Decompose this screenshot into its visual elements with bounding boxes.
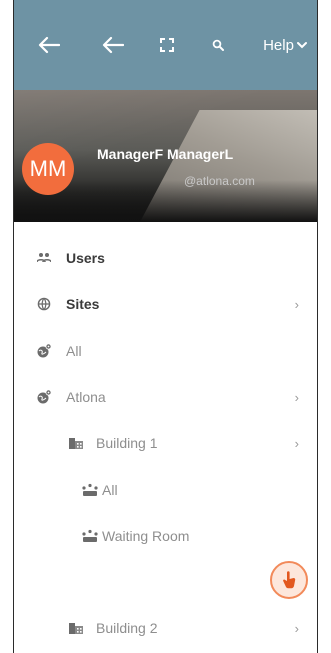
room-icon — [80, 480, 100, 500]
touch-action-button[interactable] — [270, 561, 308, 599]
menu-label-users: Users — [66, 250, 105, 266]
arrow-left-icon — [102, 36, 124, 54]
menu-item-building-2[interactable]: Building 2 › — [14, 606, 317, 650]
chevron-right-icon: › — [294, 296, 299, 312]
menu-item-users[interactable]: Users — [14, 236, 317, 280]
search-button[interactable] — [206, 30, 230, 60]
chevron-right-icon: › — [294, 620, 299, 636]
fullscreen-icon — [160, 38, 174, 52]
top-bar: Help — [14, 0, 317, 90]
avatar-initials: MM — [29, 156, 67, 181]
globe-icon — [34, 294, 54, 314]
arrow-left-icon — [38, 36, 60, 54]
building-icon — [66, 618, 86, 638]
menu-item-all-sites[interactable]: All — [14, 329, 317, 373]
chevron-down-icon — [296, 42, 307, 49]
menu-item-sites[interactable]: Sites › — [14, 282, 317, 326]
user-name: ManagerF ManagerL — [97, 146, 234, 162]
help-label: Help — [263, 36, 294, 54]
user-email: @atlona.com — [184, 174, 255, 188]
app-frame: Help MM ManagerF ManagerL @atlona.com Us… — [13, 0, 318, 653]
menu-label-all-sites: All — [66, 343, 82, 359]
users-icon — [34, 248, 54, 268]
menu-label-waiting-room: Waiting Room — [102, 528, 190, 544]
menu-item-waiting-room[interactable]: Waiting Room — [14, 514, 317, 558]
menu-item-atlona[interactable]: Atlona › — [14, 375, 317, 419]
globe-pin-icon — [34, 341, 54, 361]
menu-label-building-1-all: All — [102, 482, 118, 498]
menu-label-atlona: Atlona — [66, 389, 106, 405]
nav-back-button[interactable] — [98, 30, 128, 60]
menu-item-building-1[interactable]: Building 1 › — [14, 421, 317, 465]
touch-hand-icon — [283, 571, 296, 589]
room-icon — [80, 526, 100, 546]
fullscreen-button[interactable] — [155, 30, 179, 60]
building-icon — [66, 433, 86, 453]
chevron-right-icon: › — [294, 389, 299, 405]
menu-label-building-1: Building 1 — [96, 435, 158, 451]
search-icon — [212, 39, 224, 51]
back-button[interactable] — [34, 30, 64, 60]
menu-label-building-2: Building 2 — [96, 620, 158, 636]
avatar[interactable]: MM — [22, 143, 74, 195]
chevron-right-icon: › — [294, 435, 299, 451]
globe-pin-icon — [34, 387, 54, 407]
help-menu[interactable]: Help — [258, 30, 312, 60]
menu-item-building-1-all[interactable]: All — [14, 468, 317, 512]
menu-label-sites: Sites — [66, 296, 100, 312]
